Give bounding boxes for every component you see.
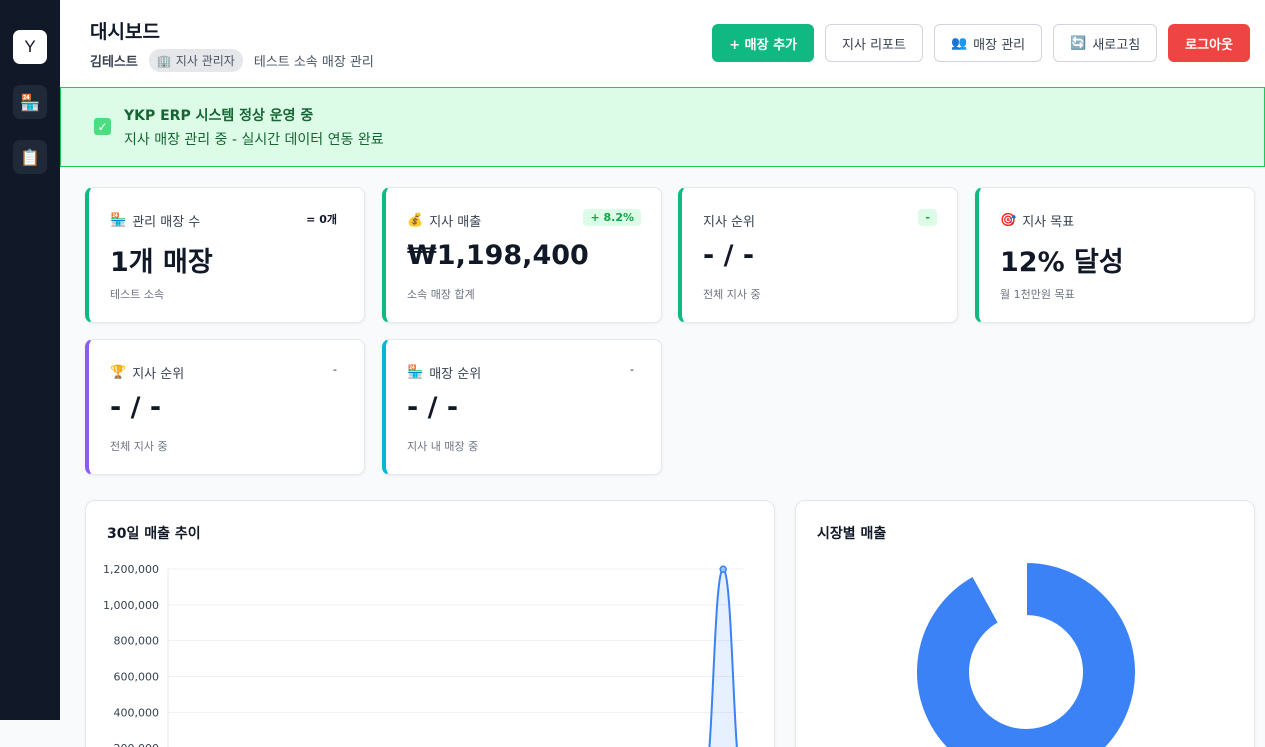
- card-desc: 테스트 소속: [110, 288, 165, 301]
- store-icon[interactable]: 🏪: [13, 85, 47, 119]
- store-icon: 🏪: [407, 365, 424, 380]
- header-actions: + 매장 추가 지사 리포트 👥 매장 관리 🔄 새로고침 로그아웃: [712, 24, 1250, 62]
- card-value: - / -: [703, 240, 755, 271]
- refresh-label: 새로고침: [1092, 37, 1141, 53]
- card-badge: -: [630, 363, 634, 376]
- store-manage-label: 매장 관리: [973, 37, 1026, 53]
- card-label: 매장 순위: [429, 367, 482, 382]
- card-value: 12% 달성: [1000, 247, 1124, 278]
- card-desc: 지사 내 매장 중: [407, 440, 479, 453]
- card-label: 관리 매장 수: [132, 215, 201, 230]
- card-badge: -: [333, 363, 337, 376]
- check-icon: ✓: [94, 118, 111, 135]
- card-value: - / -: [407, 392, 459, 423]
- sidebar: Y 🏪 📋: [0, 0, 60, 720]
- user-info: 김테스트 🏢 지사 관리자 테스트 소속 매장 관리: [90, 49, 374, 72]
- sales-trend-chart: 1,200,000 1,000,000 800,000 600,000 400,000 2…: [103, 563, 743, 747]
- refresh-icon: 🔄: [1070, 35, 1087, 51]
- data-point: [719, 565, 727, 574]
- page-header: 대시보드 김테스트 🏢 지사 관리자 테스트 소속 매장 관리 + 매장 추가 …: [60, 0, 1265, 86]
- series-line: [708, 568, 738, 747]
- refresh-button[interactable]: 🔄 새로고침: [1053, 24, 1158, 62]
- card-branch-rank-2: 🏆 지사 순위 - - / - 전체 지사 중: [85, 339, 365, 475]
- y-tick-label: 600,000: [114, 671, 160, 684]
- page-title: 대시보드: [90, 21, 160, 43]
- card-desc: 전체 지사 중: [110, 440, 168, 453]
- banner-subtitle: 지사 매장 관리 중 - 실시간 데이터 연동 완료: [124, 132, 384, 148]
- card-branch-rank: 지사 순위 - - / - 전체 지사 중: [678, 187, 958, 323]
- y-tick-label: 400,000: [114, 706, 160, 719]
- scope-text: 테스트 소속 매장 관리: [253, 55, 374, 70]
- target-icon: 🎯: [1000, 213, 1017, 228]
- money-bag-icon: 💰: [407, 213, 424, 228]
- building-icon: 🏢: [156, 53, 172, 68]
- branch-report-button[interactable]: 지사 리포트: [825, 24, 923, 62]
- card-badge: = 0개: [306, 213, 337, 226]
- role-badge: 🏢 지사 관리자: [148, 49, 243, 72]
- card-managed-stores: 🏪 관리 매장 수 = 0개 1개 매장 테스트 소속: [85, 187, 365, 323]
- trophy-icon: 🏆: [110, 365, 127, 380]
- card-value: 1개 매장: [110, 247, 213, 278]
- card-label: 지사 순위: [703, 215, 755, 230]
- store-manage-button[interactable]: 👥 매장 관리: [933, 24, 1043, 62]
- card-badge: + 8.2%: [583, 209, 641, 226]
- clipboard-icon[interactable]: 📋: [13, 140, 47, 174]
- user-name: 김테스트: [90, 55, 138, 70]
- card-desc: 전체 지사 중: [703, 288, 761, 301]
- people-icon: 👥: [950, 35, 968, 51]
- card-desc: 월 1천만원 목표: [1000, 288, 1075, 301]
- card-branch-sales: 💰 지사 매출 + 8.2% ₩1,198,400 소속 매장 합계: [382, 187, 662, 323]
- card-label: 지사 목표: [1022, 215, 1075, 230]
- card-store-rank: 🏪 매장 순위 - - / - 지사 내 매장 중: [382, 339, 662, 475]
- store-icon: 🏪: [110, 213, 127, 228]
- card-label: 지사 순위: [132, 367, 185, 382]
- y-tick-label: 800,000: [114, 635, 160, 648]
- app-logo[interactable]: Y: [13, 30, 47, 64]
- main-content: 대시보드 김테스트 🏢 지사 관리자 테스트 소속 매장 관리 + 매장 추가 …: [60, 0, 1265, 747]
- card-badge: -: [918, 209, 937, 226]
- add-store-button[interactable]: + 매장 추가: [712, 24, 815, 62]
- card-label: 지사 매출: [429, 215, 482, 230]
- card-branch-goal: 🎯 지사 목표 12% 달성 월 1천만원 목표: [975, 187, 1255, 323]
- status-banner: ✓ YKP ERP 시스템 정상 운영 중 지사 매장 관리 중 - 실시간 데…: [60, 87, 1265, 167]
- market-sales-chart: [915, 560, 1137, 747]
- card-value: ₩1,198,400: [407, 240, 589, 271]
- y-tick-label: 1,200,000: [103, 563, 159, 576]
- role-label: 지사 관리자: [175, 54, 235, 68]
- logout-button[interactable]: 로그아웃: [1168, 24, 1250, 62]
- series-area: [709, 569, 737, 747]
- banner-title: YKP ERP 시스템 정상 운영 중: [124, 108, 314, 124]
- y-tick-label: 1,000,000: [103, 599, 159, 612]
- card-desc: 소속 매장 합계: [407, 288, 475, 301]
- y-tick-label: 200,000: [114, 742, 160, 747]
- market-sales-panel: 시장별 매출: [795, 500, 1255, 747]
- sales-trend-panel: 30일 매출 추이 1,200,000 1,000,000 800,000 600,0…: [85, 500, 775, 747]
- card-value: - / -: [110, 392, 162, 423]
